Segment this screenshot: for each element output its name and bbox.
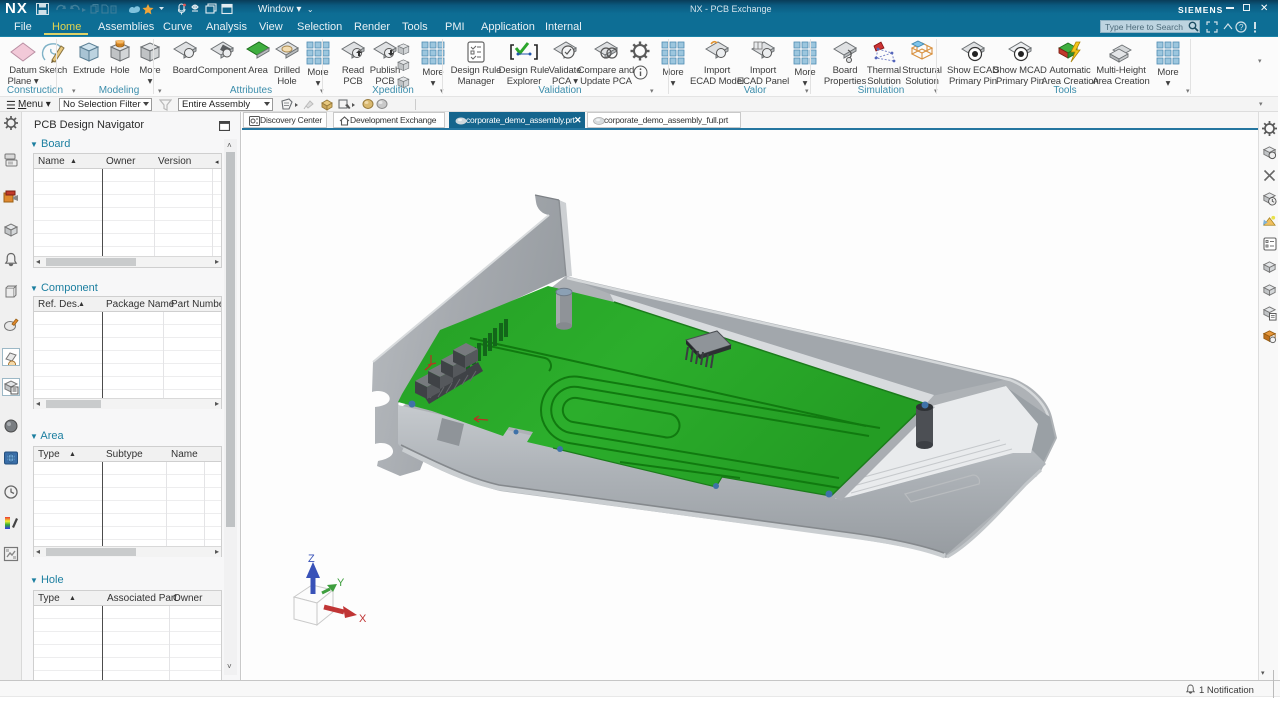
svg-text:Y: Y (337, 577, 345, 589)
svg-text:Z: Z (308, 553, 315, 565)
svg-text:?: ? (1239, 23, 1244, 32)
svg-text:X: X (359, 613, 367, 625)
